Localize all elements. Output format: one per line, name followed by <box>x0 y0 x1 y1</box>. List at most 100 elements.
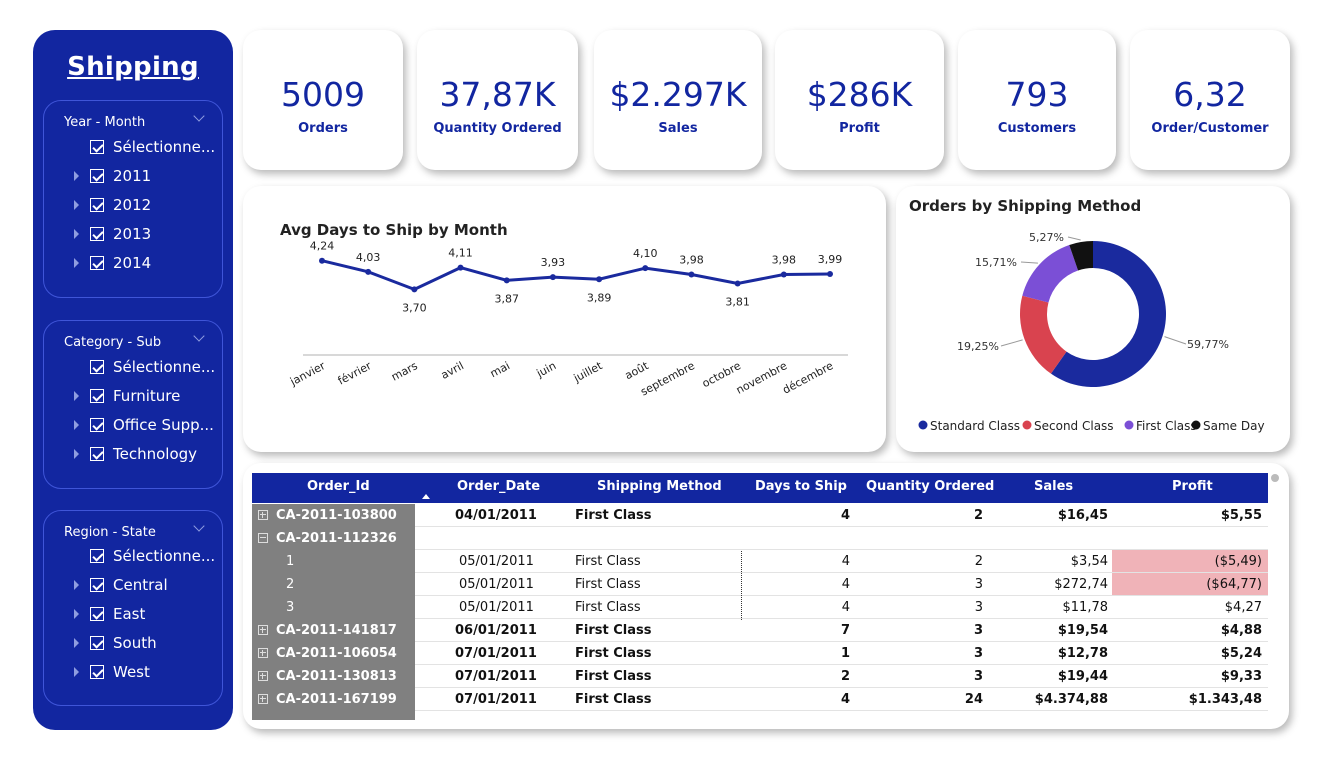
slicer-item-select-all[interactable]: Sélectionne... <box>44 138 224 158</box>
slicer-item-select-all[interactable]: Sélectionne... <box>44 358 224 378</box>
table-row[interactable]: 3 05/01/2011 First Class 4 3 $11,78 $4,27 <box>252 596 1268 619</box>
checkbox-icon[interactable] <box>90 227 104 241</box>
slicer-item-2013[interactable]: 2013 <box>44 225 224 245</box>
table-row[interactable]: 1 05/01/2011 First Class 4 2 $3,54 ($5,49) <box>252 550 1268 573</box>
col-header-profit[interactable]: Profit <box>1172 479 1213 494</box>
legend-label[interactable]: First Class <box>1136 419 1197 433</box>
orders-table[interactable]: Order_Id Order_Date Shipping Method Days… <box>252 473 1268 720</box>
expand-icon[interactable] <box>258 648 268 658</box>
checkbox-icon[interactable] <box>90 360 104 374</box>
scrollbar[interactable] <box>1271 474 1279 482</box>
checkbox-icon[interactable] <box>90 607 104 621</box>
data-point[interactable] <box>319 257 325 264</box>
legend-label[interactable]: Standard Class <box>930 419 1020 433</box>
expand-icon[interactable] <box>74 609 79 619</box>
chevron-down-icon[interactable] <box>194 113 204 123</box>
order-id-cell[interactable]: CA-2011-141817 <box>252 619 415 642</box>
order-id-cell[interactable]: CA-2011-130813 <box>252 665 415 688</box>
data-point[interactable] <box>411 286 418 293</box>
checkbox-icon[interactable] <box>90 389 104 403</box>
expand-icon[interactable] <box>258 694 268 704</box>
data-point[interactable] <box>642 265 649 272</box>
slicer-item-east[interactable]: East <box>44 605 224 625</box>
col-header-order-id[interactable]: Order_Id <box>307 479 370 494</box>
order-id-cell[interactable]: CA-2011-167199 <box>252 688 415 711</box>
chevron-down-icon[interactable] <box>194 333 204 343</box>
slicer-item-2011[interactable]: 2011 <box>44 167 224 187</box>
checkbox-icon[interactable] <box>90 418 104 432</box>
data-point[interactable] <box>503 277 510 284</box>
order-id-cell[interactable]: CA-2011-106054 <box>252 642 415 665</box>
order-id-cell[interactable] <box>252 711 415 720</box>
slicer-item-west[interactable]: West <box>44 663 224 683</box>
expand-icon[interactable] <box>74 420 79 430</box>
order-line-cell[interactable]: 2 <box>252 573 415 596</box>
data-point[interactable] <box>827 270 833 277</box>
data-point[interactable] <box>549 274 556 281</box>
expand-icon[interactable] <box>74 449 79 459</box>
col-header-order-date[interactable]: Order_Date <box>457 479 540 494</box>
column-resize-handle[interactable] <box>741 551 742 620</box>
table-row[interactable]: CA-2011-167199 07/01/2011 First Class 4 24 $4… <box>252 688 1268 711</box>
checkbox-icon[interactable] <box>90 665 104 679</box>
expand-icon[interactable] <box>258 625 268 635</box>
expand-icon[interactable] <box>74 200 79 210</box>
expand-icon[interactable] <box>74 638 79 648</box>
data-point[interactable] <box>596 276 603 283</box>
expand-icon[interactable] <box>74 391 79 401</box>
expand-icon[interactable] <box>258 510 268 520</box>
expand-icon[interactable] <box>74 171 79 181</box>
checkbox-icon[interactable] <box>90 549 104 563</box>
legend-label[interactable]: Same Day <box>1203 419 1265 433</box>
chevron-down-icon[interactable] <box>194 523 204 533</box>
checkbox-icon[interactable] <box>90 636 104 650</box>
checkbox-icon[interactable] <box>90 447 104 461</box>
legend-label[interactable]: Second Class <box>1034 419 1114 433</box>
table-row[interactable]: CA-2011-130813 07/01/2011 First Class 2 3 $19… <box>252 665 1268 688</box>
slicer-item-technology[interactable]: Technology <box>44 445 224 465</box>
data-point[interactable] <box>780 271 787 278</box>
order-line-cell[interactable]: 3 <box>252 596 415 619</box>
data-point[interactable] <box>734 280 741 287</box>
order-id-cell[interactable]: CA-2011-112326 <box>252 527 415 550</box>
table-row[interactable]: CA-2011-141817 06/01/2011 First Class 7 3 $19… <box>252 619 1268 642</box>
data-point[interactable] <box>365 268 372 275</box>
slicer-item-2014[interactable]: 2014 <box>44 254 224 274</box>
slicer-item-south[interactable]: South <box>44 634 224 654</box>
checkbox-icon[interactable] <box>90 198 104 212</box>
checkbox-icon[interactable] <box>90 578 104 592</box>
slicer-year-month[interactable]: Year - Month Sélectionne... 2011 2012 20… <box>43 100 223 298</box>
col-header-days-to-ship[interactable]: Days to Ship <box>755 479 847 494</box>
data-point[interactable] <box>457 264 464 271</box>
data-point[interactable] <box>688 271 695 278</box>
slicer-item-furniture[interactable]: Furniture <box>44 387 224 407</box>
checkbox-icon[interactable] <box>90 169 104 183</box>
expand-icon[interactable] <box>74 667 79 677</box>
checkbox-icon[interactable] <box>90 256 104 270</box>
slicer-region-state[interactable]: Region - State Sélectionne... Central Ea… <box>43 510 223 706</box>
table-row[interactable]: CA-2011-106054 07/01/2011 First Class 1 3 $12… <box>252 642 1268 665</box>
col-header-sales[interactable]: Sales <box>1034 479 1073 494</box>
table-row[interactable]: CA-2011-103800 04/01/2011 First Class 4 2 $16… <box>252 504 1268 527</box>
order-id-cell[interactable]: CA-2011-103800 <box>252 504 415 527</box>
col-header-shipping-method[interactable]: Shipping Method <box>597 479 722 494</box>
slicer-item-office-supplies[interactable]: Office Supp... <box>44 416 224 436</box>
order-line-cell[interactable]: 1 <box>252 550 415 573</box>
slicer-item-central[interactable]: Central <box>44 576 224 596</box>
table-row[interactable]: CA-2011-112326 <box>252 527 1268 550</box>
expand-icon[interactable] <box>74 229 79 239</box>
table-row[interactable]: 2 05/01/2011 First Class 4 3 $272,74 ($64,77) <box>252 573 1268 596</box>
checkbox-icon[interactable] <box>90 140 104 154</box>
table-row-partial[interactable] <box>252 711 1268 720</box>
sort-ascending-icon[interactable] <box>422 494 430 499</box>
expand-icon[interactable] <box>74 580 79 590</box>
slicer-item-select-all[interactable]: Sélectionne... <box>44 547 224 567</box>
slicer-category-sub[interactable]: Category - Sub Sélectionne... Furniture … <box>43 320 223 489</box>
donut-slice[interactable] <box>1022 244 1079 303</box>
expand-icon[interactable] <box>74 258 79 268</box>
expand-icon[interactable] <box>258 671 268 681</box>
collapse-icon[interactable] <box>258 533 268 543</box>
slicer-item-2012[interactable]: 2012 <box>44 196 224 216</box>
kpi-label: Orders <box>298 121 348 136</box>
col-header-quantity-ordered[interactable]: Quantity Ordered <box>866 479 994 494</box>
